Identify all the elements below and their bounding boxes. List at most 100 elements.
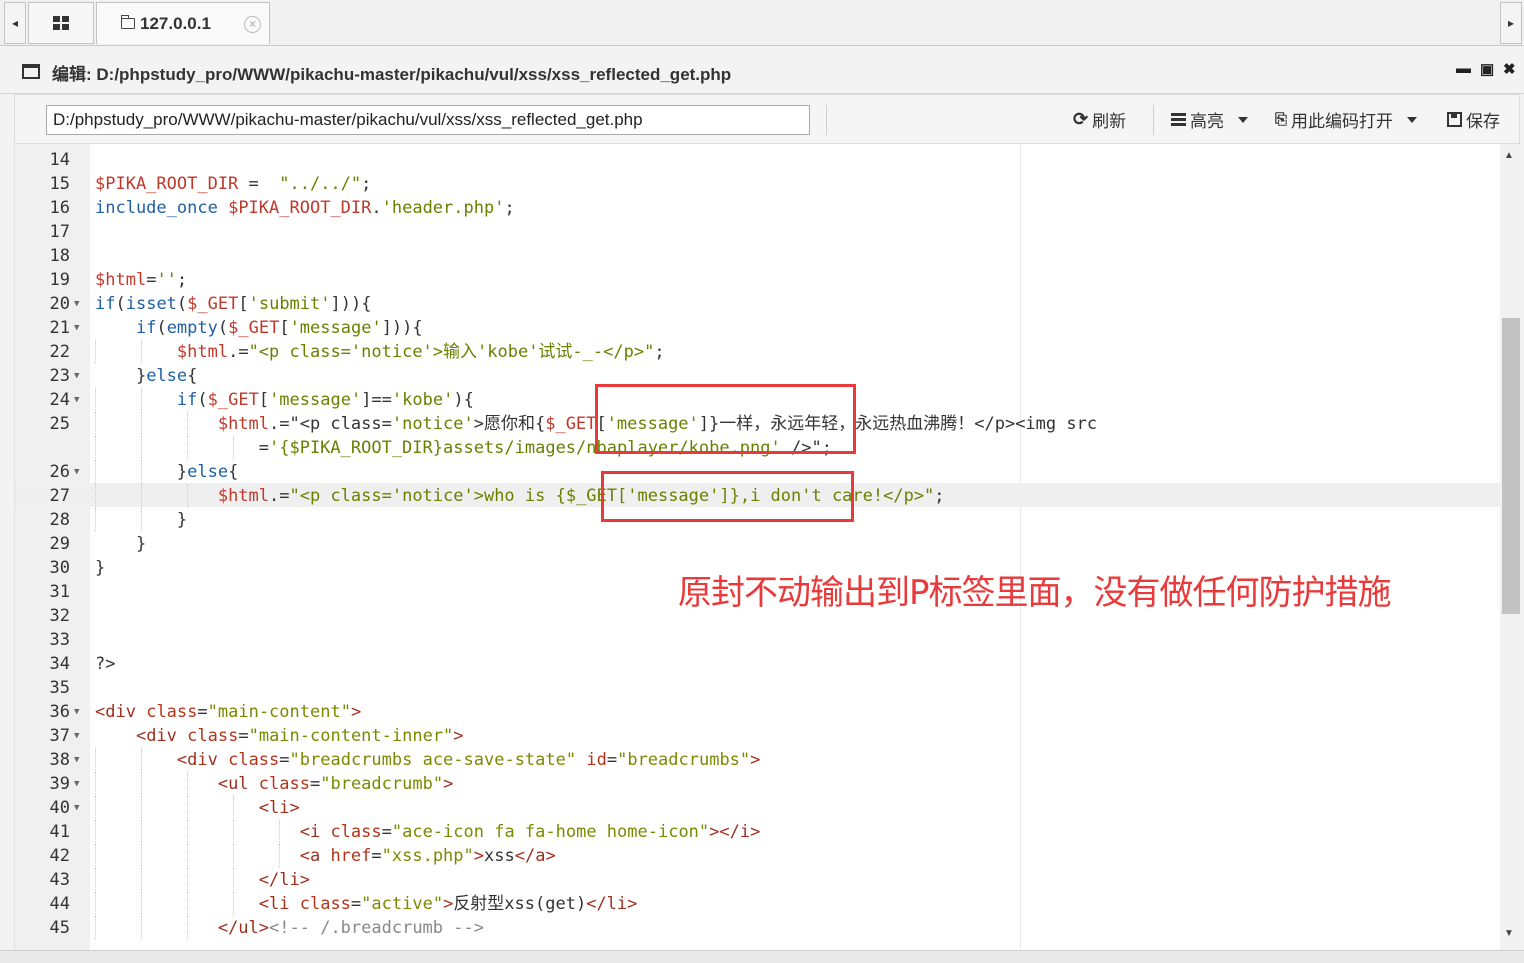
code-line[interactable]: 19 $html=''; <box>15 268 1501 292</box>
line-number: 32 <box>49 606 70 626</box>
code-line[interactable]: 34 ?> <box>15 652 1501 676</box>
line-number: 16 <box>49 198 70 218</box>
grid-icon <box>53 16 69 30</box>
highlight-dropdown[interactable]: 高亮 <box>1171 107 1248 132</box>
line-number: 37 <box>49 726 70 746</box>
code-line[interactable]: 20 ▼ if(isset($_GET['submit'])){ <box>15 292 1501 316</box>
fold-toggle-icon[interactable]: ▼ <box>74 364 79 388</box>
open-with-encoding-label: 用此编码打开 <box>1291 112 1394 131</box>
code-text: }else{ <box>95 366 198 386</box>
fold-toggle-icon[interactable]: ▼ <box>74 748 79 772</box>
fold-toggle-icon[interactable]: ▼ <box>74 460 79 484</box>
line-number: 35 <box>49 678 70 698</box>
code-text: <a href="xss.php">xss</a> <box>299 846 556 866</box>
window-icon <box>22 64 40 79</box>
code-line[interactable]: 39 ▼ <ul class="breadcrumb"> <box>15 772 1501 796</box>
list-icon <box>1171 113 1186 126</box>
code-text: </ul><!-- /.breadcrumb --> <box>217 918 484 938</box>
fold-toggle-icon[interactable]: ▼ <box>74 796 79 820</box>
code-line[interactable]: 42 <a href="xss.php">xss</a> <box>15 844 1501 868</box>
tab-scroll-left-button[interactable]: ◂ <box>4 2 26 44</box>
tab-overview-button[interactable] <box>28 2 94 44</box>
code-line[interactable]: 15 $PIKA_ROOT_DIR = "../../"; <box>15 172 1501 196</box>
line-number: 25 <box>49 414 70 434</box>
line-number: 42 <box>49 846 70 866</box>
line-number: 28 <box>49 510 70 530</box>
code-editor[interactable]: 14 15 $PIKA_ROOT_DIR = "../../"; 16 include_… <box>14 144 1520 950</box>
line-number: 14 <box>49 150 70 170</box>
scroll-up-arrow-icon[interactable]: ▲ <box>1504 150 1514 161</box>
code-text: $html.="<p class='notice'>输入'kobe'试试-_-<… <box>176 342 665 362</box>
line-number: 44 <box>49 894 70 914</box>
minimize-button[interactable]: ▬ <box>1456 60 1471 77</box>
file-path-input[interactable] <box>46 105 810 135</box>
toolbar-divider <box>1153 105 1154 135</box>
chevron-down-icon <box>1238 116 1248 123</box>
tab-bar: ◂ 127.0.0.1 × ▸ <box>0 0 1524 46</box>
code-text: if(isset($_GET['submit'])){ <box>95 294 372 314</box>
code-line[interactable]: 21 ▼ if(empty($_GET['message'])){ <box>15 316 1501 340</box>
code-line[interactable]: 35 <box>15 676 1501 700</box>
tab-127-0-0-1[interactable]: 127.0.0.1 × <box>96 2 270 44</box>
code-text: if($_GET['message']=='kobe'){ <box>176 390 474 410</box>
line-number: 21 <box>49 318 70 338</box>
window-title-bar: 编辑: D:/phpstudy_pro/WWW/pikachu-master/p… <box>0 46 1524 94</box>
code-text: } <box>95 510 188 530</box>
line-number: 20 <box>49 294 70 314</box>
fold-toggle-icon[interactable]: ▼ <box>74 316 79 340</box>
save-button[interactable]: 保存 <box>1447 107 1500 132</box>
refresh-label: 刷新 <box>1092 112 1127 131</box>
line-number: 31 <box>49 582 70 602</box>
scrollbar-thumb[interactable] <box>1502 318 1520 614</box>
code-line[interactable]: 14 <box>15 148 1501 172</box>
annotation-highlight-box <box>601 471 854 522</box>
code-text: $html=''; <box>95 270 188 290</box>
open-with-encoding-dropdown[interactable]: ⎘ 用此编码打开 <box>1275 107 1418 132</box>
toolbar-divider <box>826 105 827 135</box>
fold-toggle-icon[interactable]: ▼ <box>74 724 79 748</box>
restore-button[interactable]: ▣ <box>1480 60 1494 78</box>
code-line[interactable]: 41 <i class="ace-icon fa fa-home home-ic… <box>15 820 1501 844</box>
line-number: 39 <box>49 774 70 794</box>
editor-toolbar: ⟳ 刷新 高亮 ⎘ 用此编码打开 保存 <box>14 94 1520 144</box>
code-line[interactable]: 29 } <box>15 532 1501 556</box>
close-window-button[interactable]: ✖ <box>1503 60 1516 78</box>
code-line[interactable]: 22 $html.="<p class='notice'>输入'kobe'试试-… <box>15 340 1501 364</box>
line-number: 27 <box>49 486 70 506</box>
code-line[interactable]: 45 </ul><!-- /.breadcrumb --> <box>15 916 1501 940</box>
code-line[interactable]: 17 <box>15 220 1501 244</box>
code-text: <div class="main-content-inner"> <box>135 726 464 746</box>
refresh-button[interactable]: ⟳ 刷新 <box>1073 107 1126 132</box>
annotation-highlight-box <box>595 384 856 454</box>
line-number: 38 <box>49 750 70 770</box>
folder-icon <box>120 15 135 29</box>
fold-toggle-icon[interactable]: ▼ <box>74 700 79 724</box>
fold-toggle-icon[interactable]: ▼ <box>74 388 79 412</box>
code-line[interactable]: 38 ▼ <div class="breadcrumbs ace-save-sta… <box>15 748 1501 772</box>
code-text: <ul class="breadcrumb"> <box>217 774 454 794</box>
code-text: if(empty($_GET['message'])){ <box>135 318 423 338</box>
code-text: </li> <box>258 870 310 890</box>
code-text: ?> <box>95 654 116 674</box>
code-text: <li> <box>258 798 300 818</box>
code-text: <i class="ace-icon fa fa-home home-icon"… <box>299 822 761 842</box>
fold-toggle-icon[interactable]: ▼ <box>74 292 79 316</box>
scroll-down-arrow-icon[interactable]: ▼ <box>1504 928 1514 939</box>
save-icon <box>1447 112 1462 127</box>
horizontal-scrollbar[interactable] <box>0 950 1524 963</box>
code-line[interactable]: 37 ▼ <div class="main-content-inner"> <box>15 724 1501 748</box>
code-line[interactable]: 44 <li class="active">反射型xss(get)</li> <box>15 892 1501 916</box>
code-line[interactable]: 33 <box>15 628 1501 652</box>
fold-toggle-icon[interactable]: ▼ <box>74 772 79 796</box>
code-line[interactable]: 36 ▼ <div class="main-content"> <box>15 700 1501 724</box>
line-number: 23 <box>49 366 70 386</box>
code-line[interactable]: 16 include_once $PIKA_ROOT_DIR.'header.ph… <box>15 196 1501 220</box>
tab-label: 127.0.0.1 <box>140 13 211 33</box>
code-lines[interactable]: 14 15 $PIKA_ROOT_DIR = "../../"; 16 include_… <box>15 148 1501 940</box>
tab-scroll-right-button[interactable]: ▸ <box>1500 2 1522 44</box>
code-line[interactable]: 18 <box>15 244 1501 268</box>
code-line[interactable]: 43 </li> <box>15 868 1501 892</box>
line-number: 17 <box>49 222 70 242</box>
code-line[interactable]: 40 ▼ <li> <box>15 796 1501 820</box>
tab-close-button[interactable]: × <box>244 16 261 33</box>
